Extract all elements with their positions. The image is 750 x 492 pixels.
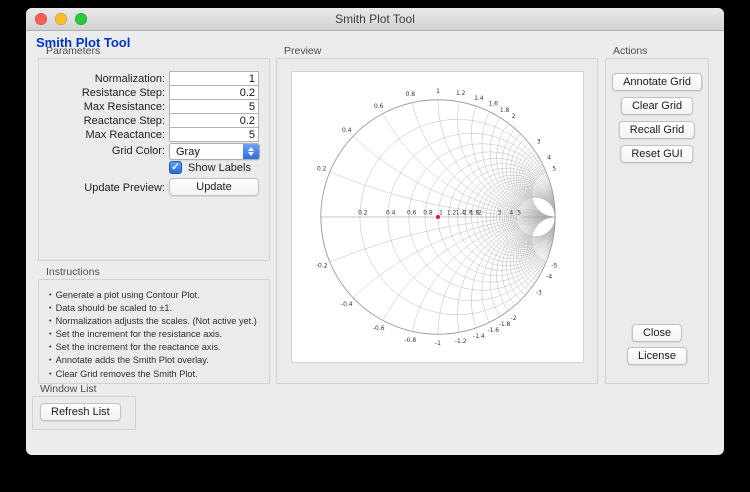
normalization-label: Normalization: [39,73,165,85]
svg-text:0.4: 0.4 [386,210,396,217]
svg-text:-1.6: -1.6 [487,327,499,334]
svg-text:4: 4 [547,155,551,162]
svg-text:1: 1 [439,210,443,217]
svg-text:-1.4: -1.4 [473,333,485,340]
max-resistance-label: Max Resistance: [39,101,165,113]
update-preview-row: Update Preview: Update [39,178,269,194]
svg-text:5: 5 [517,210,521,217]
grid-color-select[interactable]: Gray [169,143,260,160]
instructions-group: Instructions Generate a plot using Conto… [38,279,270,384]
license-button[interactable]: License [627,347,687,365]
svg-text:0.2: 0.2 [358,210,368,217]
svg-text:3: 3 [537,138,541,145]
svg-text:-5: -5 [551,262,557,269]
window-title: Smith Plot Tool [335,12,415,26]
svg-text:0.2: 0.2 [317,166,327,173]
instruction-item: Annotate adds the Smith Plot overlay. [49,354,265,367]
instructions-group-label: Instructions [46,266,100,278]
svg-text:1.4: 1.4 [474,95,484,102]
traffic-lights [35,13,87,25]
window-content: Smith Plot Tool Parameters Normalization… [26,31,724,455]
svg-text:-0.8: -0.8 [405,337,417,344]
svg-text:2: 2 [478,210,482,217]
svg-text:-1.2: -1.2 [455,338,467,345]
svg-text:-4: -4 [546,273,552,280]
svg-text:-1: -1 [435,340,441,347]
reactance-step-label: Reactance Step: [39,115,165,127]
svg-text:3: 3 [498,210,502,217]
svg-text:2: 2 [512,113,516,120]
max-reactance-input[interactable] [169,127,259,142]
window-list-group: Window List Refresh List [32,396,136,430]
clear-grid-button[interactable]: Clear Grid [621,97,693,115]
minimize-window-button[interactable] [55,13,67,25]
grid-color-row: Grid Color: Gray [39,143,269,159]
max-reactance-row: Max Reactance: [39,127,269,143]
resistance-step-input[interactable] [169,85,259,100]
parameters-group-label: Parameters [46,45,100,57]
svg-text:-3: -3 [536,290,542,297]
window-titlebar[interactable]: Smith Plot Tool [26,8,724,31]
preview-plot-area: 0.20.40.60.811.21.41.61.823450.20.40.60.… [291,71,584,363]
svg-text:-0.2: -0.2 [316,262,328,269]
instructions-list: Generate a plot using Contour Plot. Data… [39,280,269,381]
update-button[interactable]: Update [169,178,259,196]
preview-group-label: Preview [284,45,321,57]
chevron-up-icon [248,147,254,151]
svg-text:0.6: 0.6 [407,210,417,217]
app-window: Smith Plot Tool Smith Plot Tool Paramete… [26,8,724,455]
grid-color-value: Gray [170,146,243,158]
svg-text:-2: -2 [511,315,517,322]
instruction-item: Normalization adjusts the scales. (Not a… [49,315,265,328]
svg-text:1.8: 1.8 [500,107,510,114]
recall-grid-button[interactable]: Recall Grid [619,121,695,139]
svg-text:5: 5 [552,166,556,173]
resistance-step-label: Resistance Step: [39,87,165,99]
smith-chart: 0.20.40.60.811.21.41.61.823450.20.40.60.… [292,72,583,362]
popup-chevrons-icon [243,144,259,159]
svg-text:0.6: 0.6 [374,103,384,110]
max-reactance-label: Max Reactance: [39,129,165,141]
svg-text:1.6: 1.6 [488,101,498,108]
instruction-item: Set the increment for the resistance axi… [49,328,265,341]
normalization-input[interactable] [169,71,259,86]
reactance-step-input[interactable] [169,113,259,128]
instruction-item: Generate a plot using Contour Plot. [49,289,265,302]
close-window-button[interactable] [35,13,47,25]
preview-group: Preview 0.20.40.60.811.21.41.61.823450.2… [276,58,598,384]
show-labels-checkbox[interactable]: ✓ [169,161,182,174]
actions-group-label: Actions [613,45,647,57]
instruction-item: Set the increment for the reactance axis… [49,341,265,354]
annotate-grid-button[interactable]: Annotate Grid [612,73,702,91]
svg-text:1: 1 [436,88,440,95]
svg-text:4: 4 [509,210,513,217]
svg-text:0.8: 0.8 [423,210,433,217]
actions-group: Actions Annotate Grid Clear Grid Recall … [605,58,709,384]
svg-text:-0.4: -0.4 [341,301,353,308]
reset-gui-button[interactable]: Reset GUI [620,145,693,163]
check-icon: ✓ [170,162,181,174]
show-labels-row: ✓ Show Labels [39,161,269,177]
svg-text:-1.8: -1.8 [499,321,511,328]
zoom-window-button[interactable] [75,13,87,25]
svg-text:0.8: 0.8 [406,91,416,98]
refresh-list-button[interactable]: Refresh List [40,403,121,421]
grid-color-label: Grid Color: [39,145,165,157]
update-preview-label: Update Preview: [39,182,165,194]
chevron-down-icon [248,152,254,156]
show-labels-label: Show Labels [188,162,251,174]
svg-text:-0.6: -0.6 [373,325,385,332]
instruction-item: Data should be scaled to ±1. [49,302,265,315]
close-button[interactable]: Close [632,324,682,342]
max-resistance-input[interactable] [169,99,259,114]
svg-text:0.4: 0.4 [342,127,352,134]
instruction-item: Clear Grid removes the Smith Plot. [49,368,265,381]
window-list-group-label: Window List [40,383,97,395]
parameters-group: Parameters Normalization: Resistance Ste… [38,58,270,261]
svg-text:1.2: 1.2 [456,90,466,97]
